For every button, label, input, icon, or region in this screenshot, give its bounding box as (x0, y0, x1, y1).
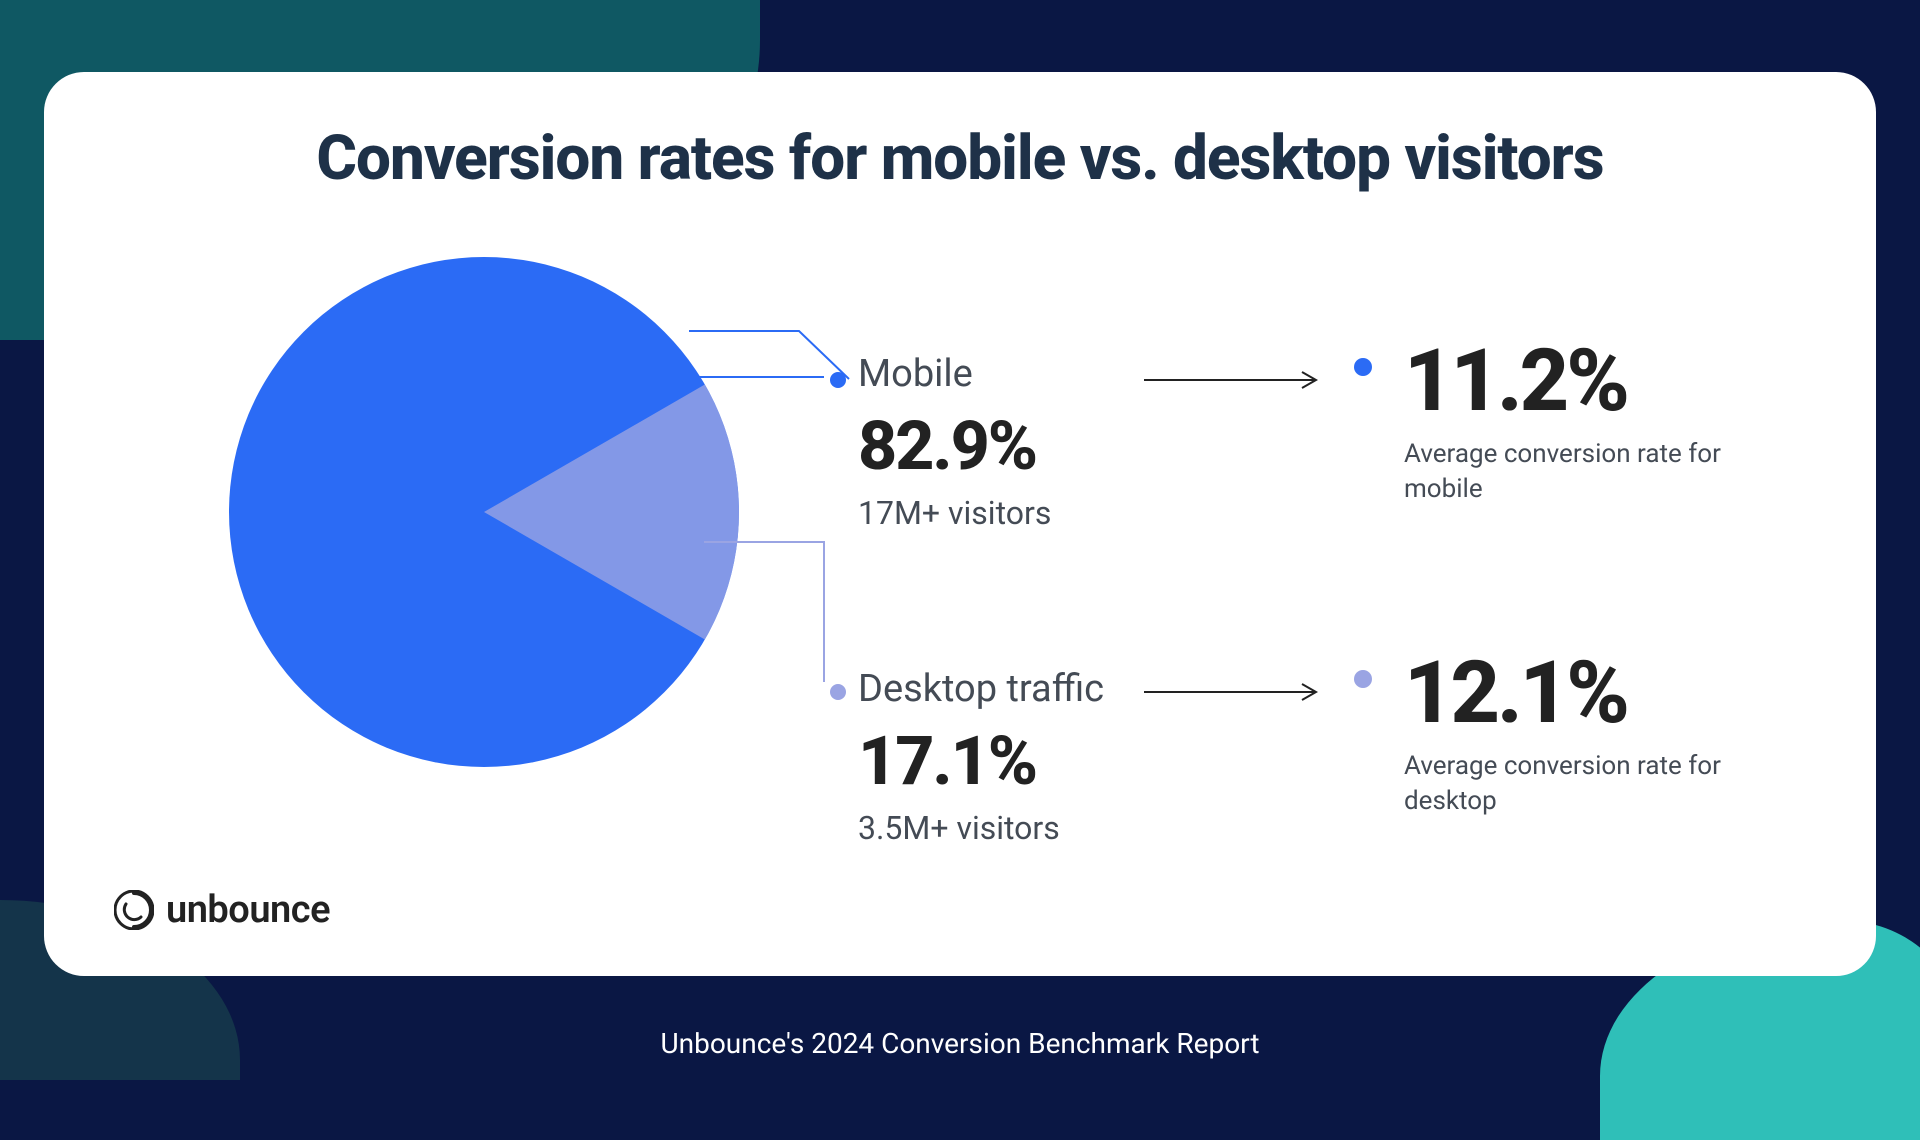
brand-name: unbounce (166, 888, 330, 932)
desktop-label: Desktop traffic (858, 667, 1104, 711)
brand-logo: unbounce (114, 888, 330, 932)
desktop-share-block: Desktop traffic 17.1% 3.5M+ visitors (858, 667, 1104, 847)
desktop-conversion-sub: Average conversion rate for desktop (1404, 749, 1764, 819)
bullet-mobile-icon (1354, 358, 1372, 376)
desktop-visitors: 3.5M+ visitors (858, 809, 1104, 847)
desktop-conversion-value: 12.1% (1404, 642, 1627, 743)
mobile-visitors: 17M+ visitors (858, 494, 1051, 532)
desktop-share-value: 17.1% (858, 721, 1104, 801)
mobile-conversion-value: 11.2% (1404, 330, 1627, 431)
bullet-desktop-icon (830, 684, 846, 700)
unbounce-mark-icon (114, 890, 154, 930)
leader-line-desktop (644, 492, 864, 712)
mobile-share-block: Mobile 82.9% 17M+ visitors (858, 352, 1051, 532)
desktop-conversion-block: 12.1% Average conversion rate for deskto… (1354, 642, 1764, 819)
chart-title: Conversion rates for mobile vs. desktop … (44, 122, 1876, 195)
report-card: Conversion rates for mobile vs. desktop … (44, 72, 1876, 976)
bullet-mobile-icon (830, 372, 846, 388)
bullet-desktop-icon (1354, 670, 1372, 688)
mobile-share-value: 82.9% (858, 406, 1051, 486)
mobile-label: Mobile (858, 352, 1051, 396)
arrow-icon (1144, 680, 1334, 704)
arrow-icon (1144, 368, 1334, 392)
mobile-conversion-sub: Average conversion rate for mobile (1404, 437, 1764, 507)
mobile-conversion-block: 11.2% Average conversion rate for mobile (1354, 330, 1764, 507)
footer-caption: Unbounce's 2024 Conversion Benchmark Rep… (0, 1027, 1920, 1060)
